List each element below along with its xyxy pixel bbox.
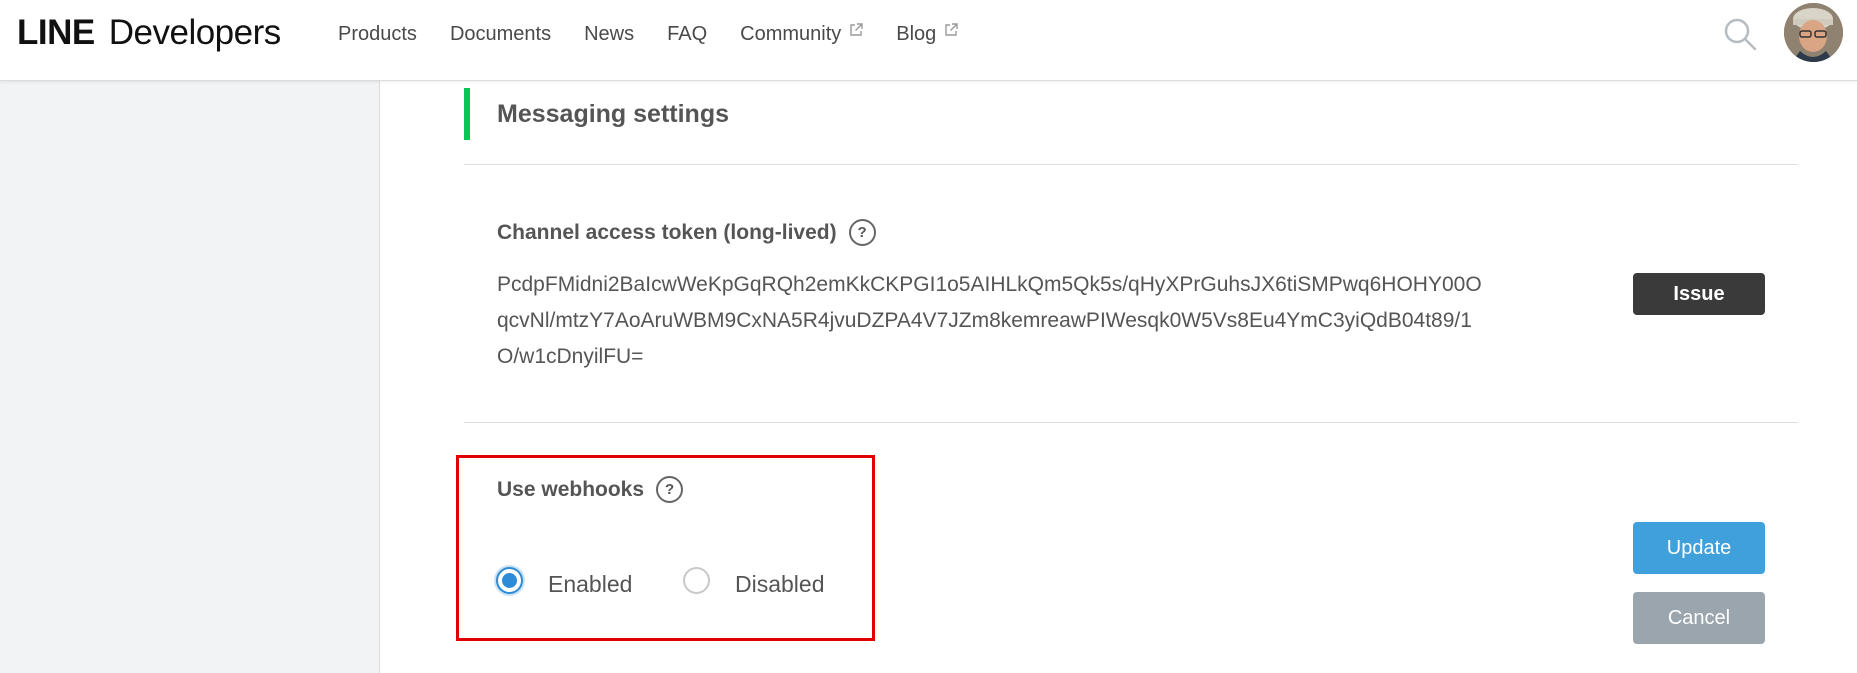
- update-button[interactable]: Update: [1633, 522, 1765, 574]
- nav-news[interactable]: News: [584, 23, 634, 46]
- webhooks-label: Use webhooks ?: [497, 476, 684, 503]
- search-icon[interactable]: [1723, 17, 1757, 51]
- help-icon[interactable]: ?: [656, 476, 684, 503]
- access-token-line: PcdpFMidni2BaIcwWeKpGqRQh2emKkCKPGI1o5AI…: [497, 273, 1482, 296]
- line-developers-logo[interactable]: LINE Developers: [17, 10, 281, 55]
- cancel-button[interactable]: Cancel: [1633, 592, 1765, 644]
- access-token-line: qcvNl/mtzY7AoAruWBM9CxNA5R4jvuDZPA4V7JZm…: [497, 309, 1472, 332]
- radio-disabled-button[interactable]: [683, 567, 710, 594]
- nav-faq[interactable]: FAQ: [667, 23, 707, 46]
- access-token-value: PcdpFMidni2BaIcwWeKpGqRQh2emKkCKPGI1o5AI…: [497, 267, 1587, 375]
- nav-faq-label: FAQ: [667, 22, 708, 45]
- radio-enabled-button[interactable]: [496, 567, 523, 594]
- help-icon[interactable]: ?: [848, 219, 876, 246]
- nav-products-label: Products: [338, 22, 417, 45]
- top-header: LINE Developers Products Documents News …: [0, 0, 1857, 81]
- radio-enabled[interactable]: Enabled: [496, 563, 632, 598]
- radio-disabled-label[interactable]: Disabled: [735, 571, 825, 598]
- issue-button[interactable]: Issue: [1633, 273, 1765, 315]
- nav-blog[interactable]: Blog: [896, 23, 958, 46]
- external-link-icon: [945, 23, 958, 36]
- radio-enabled-label[interactable]: Enabled: [548, 571, 632, 598]
- nav-blog-label: Blog: [896, 22, 937, 45]
- nav-news-label: News: [584, 22, 635, 45]
- webhooks-label-text: Use webhooks: [497, 477, 645, 501]
- nav-documents-label: Documents: [449, 22, 552, 45]
- main-nav: Products Documents News FAQ Community Bl…: [338, 22, 991, 46]
- access-token-label-text: Channel access token (long-lived): [497, 220, 837, 244]
- section-accent-bar: [464, 88, 470, 140]
- user-avatar[interactable]: [1784, 3, 1843, 62]
- left-sidebar: [0, 81, 380, 673]
- field-divider: [464, 422, 1798, 423]
- section-title: Messaging settings: [497, 100, 729, 128]
- access-token-line: O/w1cDnyilFU=: [497, 345, 644, 368]
- nav-community-label: Community: [740, 22, 842, 45]
- access-token-label: Channel access token (long-lived) ?: [497, 219, 876, 246]
- radio-disabled[interactable]: Disabled: [683, 563, 825, 598]
- nav-products[interactable]: Products: [338, 23, 417, 46]
- avatar-image: [1784, 3, 1843, 62]
- nav-community[interactable]: Community: [740, 23, 863, 46]
- section-divider: [464, 164, 1798, 165]
- logo-developers-text: Developers: [108, 12, 282, 52]
- logo-line-text: LINE: [17, 12, 95, 52]
- external-link-icon: [850, 23, 863, 36]
- nav-documents[interactable]: Documents: [450, 23, 551, 46]
